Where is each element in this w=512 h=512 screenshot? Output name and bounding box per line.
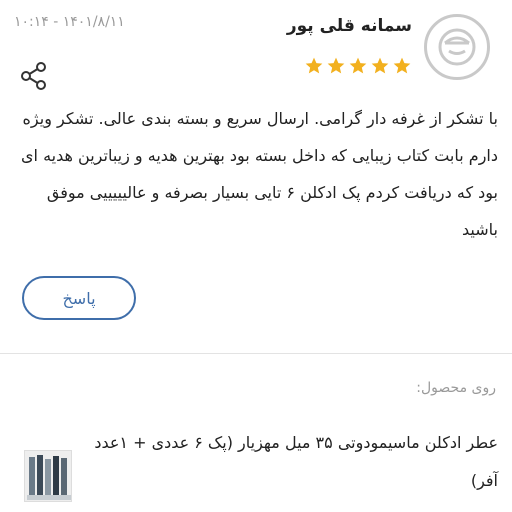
star-icon	[371, 57, 389, 74]
review-date: ۱۴۰۱/۸/۱۱ - ۱۰:۱۴	[14, 14, 125, 30]
star-icon	[393, 57, 411, 74]
star-icon	[349, 57, 367, 74]
avatar	[424, 14, 490, 80]
product-title[interactable]: عطر ادکلن ماسیمودوتی ۳۵ میل مهزیار (پک ۶…	[86, 424, 498, 500]
reply-button[interactable]: پاسخ	[22, 276, 136, 320]
rating-stars	[304, 56, 412, 76]
product-thumbnail[interactable]	[24, 450, 72, 502]
review-text: با تشکر از غرفه دار گرامی. ارسال سریع و …	[21, 109, 498, 239]
review-author: سمانه قلی پور	[286, 16, 412, 36]
product-label: روی محصول:	[416, 380, 496, 396]
star-icon	[305, 57, 323, 74]
divider	[0, 353, 512, 354]
user-avatar-icon	[438, 28, 476, 66]
star-icon	[327, 57, 345, 74]
share-icon[interactable]	[16, 58, 52, 94]
